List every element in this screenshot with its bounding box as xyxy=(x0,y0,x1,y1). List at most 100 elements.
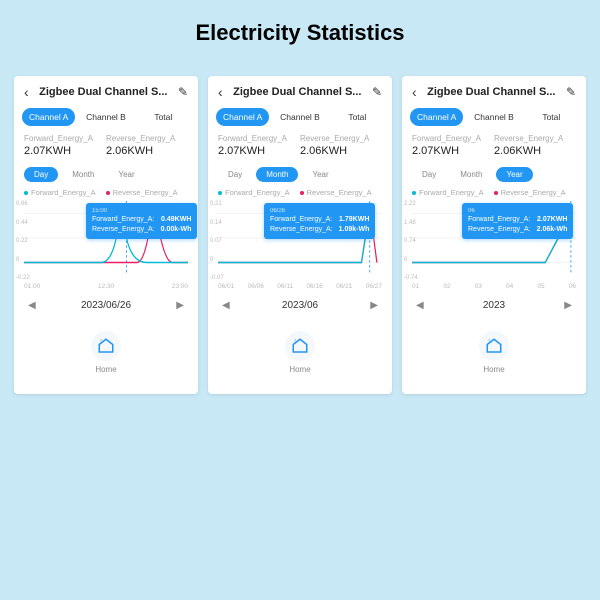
x-tick: 12:30 xyxy=(98,283,114,290)
next-date-button[interactable]: ▶ xyxy=(564,300,572,311)
x-tick: 03 xyxy=(475,283,482,290)
forward-energy-value: 2.07KWH xyxy=(412,145,494,157)
forward-energy-value: 2.07KWH xyxy=(218,145,300,157)
forward-energy-label: Forward_Energy_A xyxy=(412,134,494,143)
y-tick: 0 xyxy=(404,257,418,263)
period-tab[interactable]: Day xyxy=(412,167,446,182)
x-tick: 06 xyxy=(569,283,576,290)
edit-icon[interactable]: ✎ xyxy=(178,85,188,99)
y-tick: -0.22 xyxy=(16,275,30,281)
y-tick: 0 xyxy=(210,257,224,263)
screen-title: Zigbee Dual Channel S... xyxy=(423,86,560,98)
channel-tab[interactable]: Total xyxy=(137,108,190,126)
screen-title: Zigbee Dual Channel S... xyxy=(229,86,366,98)
forward-energy-label: Forward_Energy_A xyxy=(218,134,300,143)
x-tick: 01:00 xyxy=(24,283,40,290)
date-label: 2023/06 xyxy=(282,300,318,311)
y-tick: 2.22 xyxy=(404,201,418,207)
y-tick: 0.74 xyxy=(404,238,418,244)
channel-tab[interactable]: Channel B xyxy=(467,108,520,126)
energy-chart[interactable]: 0.66 0.44 0.22 0 -0.22 15:00 Forward_Energy_… xyxy=(14,201,198,281)
forward-energy-label: Forward_Energy_A xyxy=(24,134,106,143)
period-tab[interactable]: Year xyxy=(108,167,144,182)
x-tick: 01 xyxy=(412,283,419,290)
channel-tab[interactable]: Channel A xyxy=(410,108,463,126)
home-icon[interactable] xyxy=(91,331,121,361)
page-title: Electricity Statistics xyxy=(0,0,600,76)
x-tick: 02 xyxy=(443,283,450,290)
energy-chart[interactable]: 0.21 0.14 0.07 0 -0.07 06/26 Forward_Energy_… xyxy=(208,201,392,281)
channel-tab[interactable]: Channel B xyxy=(273,108,326,126)
x-tick: 06/06 xyxy=(248,283,264,290)
y-tick: -0.07 xyxy=(210,275,224,281)
channel-tab[interactable]: Channel A xyxy=(216,108,269,126)
phone-screen: ‹ Zigbee Dual Channel S... ✎ Channel ACha… xyxy=(402,76,586,394)
forward-energy-value: 2.07KWH xyxy=(24,145,106,157)
prev-date-button[interactable]: ◀ xyxy=(28,300,36,311)
next-date-button[interactable]: ▶ xyxy=(176,300,184,311)
legend-reverse: Reverse_Energy_A xyxy=(106,188,178,197)
home-icon[interactable] xyxy=(285,331,315,361)
chart-tooltip: 06/26 Forward_Energy_A:1.79KWH Reverse_E… xyxy=(264,203,375,239)
prev-date-button[interactable]: ◀ xyxy=(416,300,424,311)
reverse-energy-label: Reverse_Energy_A xyxy=(300,134,382,143)
channel-tab[interactable]: Total xyxy=(331,108,384,126)
reverse-energy-value: 2.06KWH xyxy=(106,145,188,157)
legend-reverse: Reverse_Energy_A xyxy=(494,188,566,197)
home-icon[interactable] xyxy=(479,331,509,361)
y-tick: 0.07 xyxy=(210,238,224,244)
chart-tooltip: 06 Forward_Energy_A:2.07KWH Reverse_Ener… xyxy=(462,203,573,239)
x-tick: 06/11 xyxy=(277,283,293,290)
edit-icon[interactable]: ✎ xyxy=(372,85,382,99)
x-tick: 04 xyxy=(506,283,513,290)
phone-screen: ‹ Zigbee Dual Channel S... ✎ Channel ACha… xyxy=(208,76,392,394)
channel-tab[interactable]: Channel A xyxy=(22,108,75,126)
period-tab[interactable]: Month xyxy=(256,167,298,182)
back-icon[interactable]: ‹ xyxy=(412,84,417,100)
date-label: 2023/06/26 xyxy=(81,300,131,311)
reverse-energy-label: Reverse_Energy_A xyxy=(106,134,188,143)
x-tick: 06/16 xyxy=(306,283,322,290)
back-icon[interactable]: ‹ xyxy=(24,84,29,100)
reverse-energy-label: Reverse_Energy_A xyxy=(494,134,576,143)
home-label: Home xyxy=(289,365,310,374)
reverse-energy-value: 2.06KWH xyxy=(494,145,576,157)
channel-tab[interactable]: Channel B xyxy=(79,108,132,126)
energy-chart[interactable]: 2.22 1.48 0.74 0 -0.74 06 Forward_Energy_A:2… xyxy=(402,201,586,281)
period-tab[interactable]: Day xyxy=(218,167,252,182)
screen-title: Zigbee Dual Channel S... xyxy=(35,86,172,98)
y-tick: 0.66 xyxy=(16,201,30,207)
period-tab[interactable]: Year xyxy=(302,167,338,182)
chart-tooltip: 15:00 Forward_Energy_A:0.49KWH Reverse_E… xyxy=(86,203,197,239)
x-tick: 06/27 xyxy=(366,283,382,290)
legend-forward: Forward_Energy_A xyxy=(412,188,484,197)
y-tick: 0.22 xyxy=(16,238,30,244)
legend-forward: Forward_Energy_A xyxy=(218,188,290,197)
prev-date-button[interactable]: ◀ xyxy=(222,300,230,311)
date-label: 2023 xyxy=(483,300,505,311)
legend-reverse: Reverse_Energy_A xyxy=(300,188,372,197)
y-tick: 0.14 xyxy=(210,220,224,226)
x-tick: 06/01 xyxy=(218,283,234,290)
home-label: Home xyxy=(95,365,116,374)
period-tab[interactable]: Month xyxy=(450,167,492,182)
legend-forward: Forward_Energy_A xyxy=(24,188,96,197)
reverse-energy-value: 2.06KWH xyxy=(300,145,382,157)
y-tick: -0.74 xyxy=(404,275,418,281)
home-label: Home xyxy=(483,365,504,374)
period-tab[interactable]: Month xyxy=(62,167,104,182)
phone-screen: ‹ Zigbee Dual Channel S... ✎ Channel ACha… xyxy=(14,76,198,394)
y-tick: 0.21 xyxy=(210,201,224,207)
back-icon[interactable]: ‹ xyxy=(218,84,223,100)
channel-tab[interactable]: Total xyxy=(525,108,578,126)
next-date-button[interactable]: ▶ xyxy=(370,300,378,311)
period-tab[interactable]: Day xyxy=(24,167,58,182)
y-tick: 1.48 xyxy=(404,220,418,226)
x-tick: 05 xyxy=(537,283,544,290)
edit-icon[interactable]: ✎ xyxy=(566,85,576,99)
period-tab[interactable]: Year xyxy=(496,167,532,182)
y-tick: 0 xyxy=(16,257,30,263)
x-tick: 06/21 xyxy=(336,283,352,290)
y-tick: 0.44 xyxy=(16,220,30,226)
x-tick: 23:00 xyxy=(172,283,188,290)
